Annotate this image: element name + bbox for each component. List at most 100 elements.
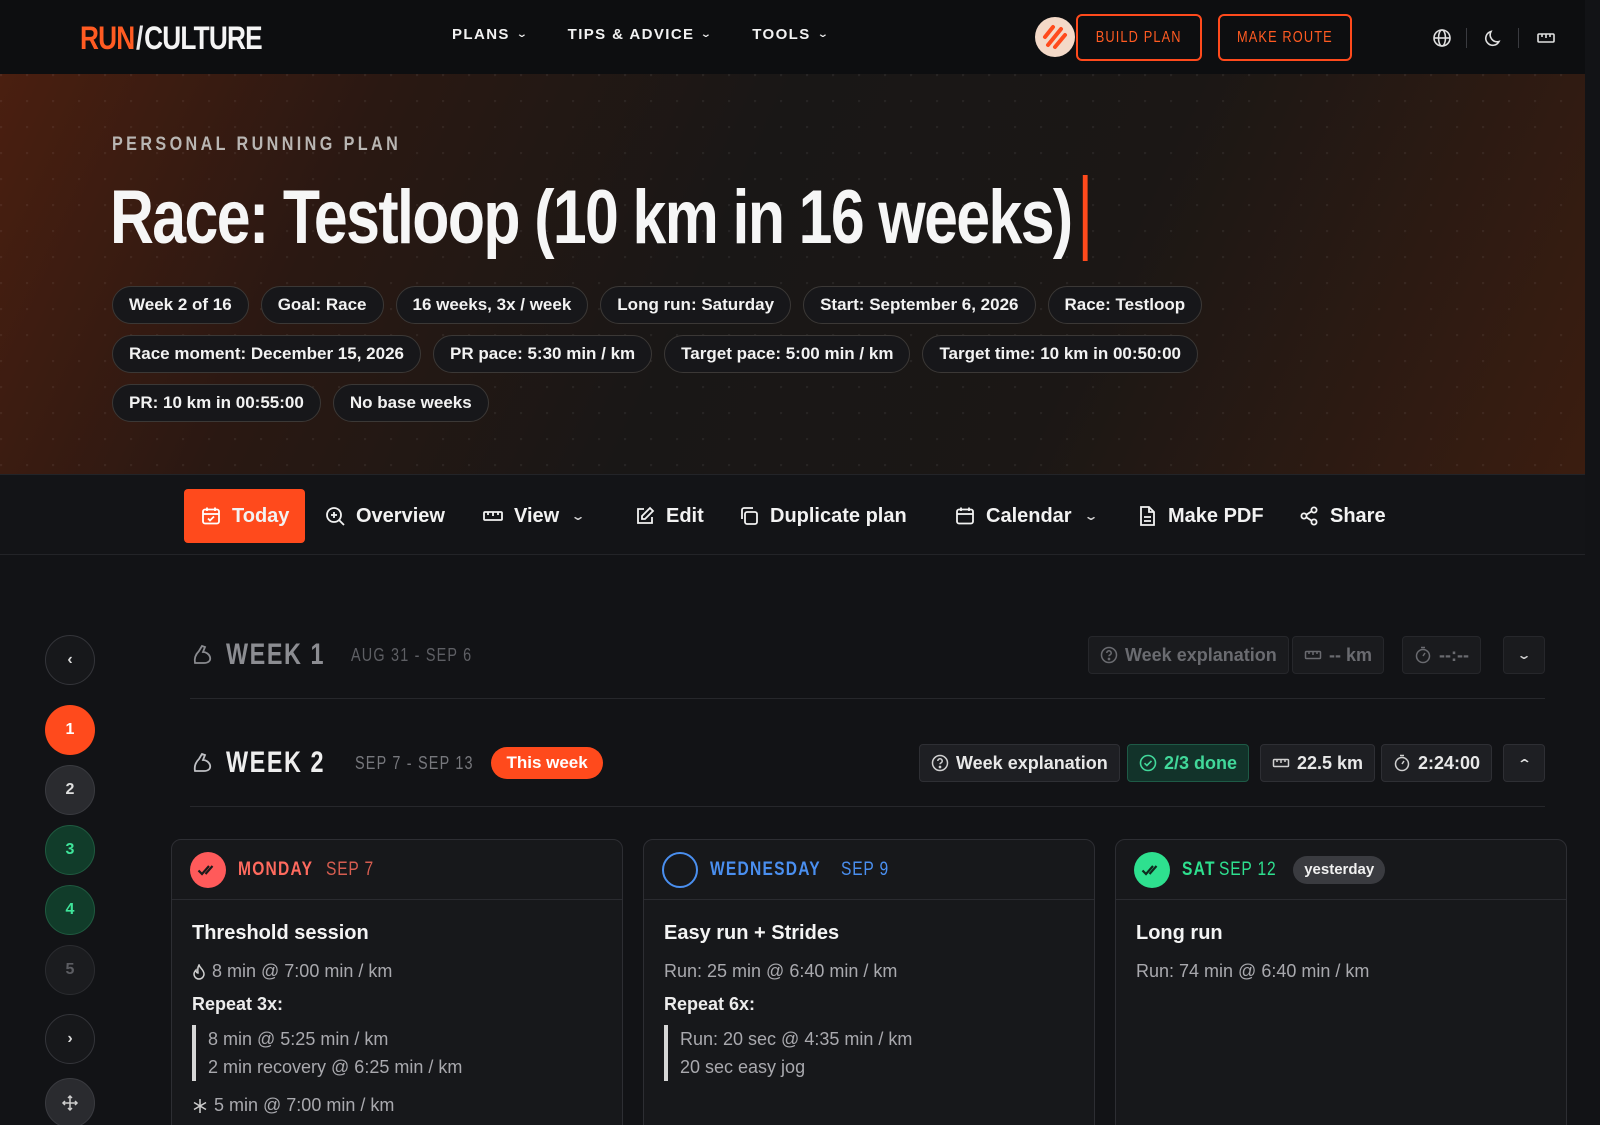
week-1-label: WEEK 1 [226, 638, 326, 671]
warmup-line: 8 min @ 7:00 min / km [192, 961, 602, 982]
nav-tools-label: TOOLS [752, 26, 811, 43]
calendar-dropdown[interactable]: Calendar ⌄ [954, 489, 1099, 543]
day-name: WEDNESDAY [710, 858, 821, 880]
main-menu: PLANS ⌄ TIPS & ADVICE ⌄ TOOLS ⌄ [452, 26, 828, 43]
week-2-explanation-label: Week explanation [956, 752, 1108, 773]
chip-race-moment: Race moment: December 15, 2026 [112, 335, 421, 373]
help-icon [1100, 646, 1118, 664]
this-week-badge: This week [491, 747, 603, 779]
week-1-explanation-label: Week explanation [1125, 644, 1277, 665]
chevron-down-icon: ⌄ [515, 29, 530, 40]
logo-culture: CULTURE [144, 20, 262, 56]
chip-pr: PR: 10 km in 00:55:00 [112, 384, 321, 422]
share-icon [1300, 506, 1318, 526]
week-2-range: SEP 7 - SEP 13 [355, 752, 474, 773]
chip-pr-pace: PR pace: 5:30 min / km [432, 335, 653, 373]
moon-icon[interactable] [1482, 26, 1506, 50]
nav-tools[interactable]: TOOLS ⌄ [752, 26, 828, 43]
nav-tips[interactable]: TIPS & ADVICE ⌄ [568, 26, 713, 43]
workout-title: Threshold session [192, 922, 369, 944]
week-1-expand-button[interactable]: ⌄ [1503, 636, 1545, 674]
workout-details: Easy run + Strides Run: 25 min @ 6:40 mi… [644, 900, 1094, 1117]
strava-badge-icon[interactable] [1035, 17, 1075, 57]
chip-frequency: 16 weeks, 3x / week [395, 286, 589, 324]
ruler-icon[interactable] [1534, 26, 1558, 50]
empty-circle-icon[interactable] [662, 851, 698, 888]
edit-button[interactable]: Edit [634, 489, 704, 543]
week-2-explanation-button[interactable]: Week explanation [919, 744, 1120, 782]
nav-plans[interactable]: PLANS ⌄ [452, 26, 528, 43]
build-plan-button[interactable]: BUILD PLAN [1076, 14, 1202, 61]
week-2-time-value: 2:24:00 [1418, 752, 1481, 773]
week-1-explanation-button[interactable]: Week explanation [1088, 636, 1289, 674]
chip-week: Week 2 of 16 [112, 286, 249, 324]
rail-week-4[interactable]: 4 [45, 885, 95, 935]
chip-target-time: Target time: 10 km in 00:50:00 [922, 335, 1198, 373]
copy-icon [741, 507, 758, 525]
chip-target-pace: Target pace: 5:00 min / km [664, 335, 911, 373]
week-2-collapse-button[interactable]: ⌄ [1503, 744, 1545, 782]
today-button[interactable]: Today [184, 489, 306, 543]
site-logo[interactable]: RUN/CULTURE [80, 20, 263, 57]
workout-details: Threshold session 8 min @ 7:00 min / km … [172, 900, 622, 1125]
day-card-wednesday[interactable]: WEDNESDAY SEP 9 Easy run + Strides Run: … [643, 839, 1095, 1125]
flex-arm-icon [193, 752, 212, 772]
logo-slash: / [136, 20, 143, 56]
rail-week-2[interactable]: 2 [45, 765, 95, 815]
pdf-label: Make PDF [1168, 504, 1264, 527]
calendar-icon [956, 507, 974, 525]
workout-title: Easy run + Strides [664, 922, 840, 944]
week-2-label: WEEK 2 [226, 746, 326, 779]
week-1-time: --:-- [1402, 636, 1481, 674]
week-1-time-value: --:-- [1439, 644, 1469, 665]
week-1-distance-value: -- km [1329, 644, 1373, 665]
day-date: SEP 12 [1219, 858, 1277, 880]
repeat-line: 2 min recovery @ 6:25 min / km [208, 1057, 463, 1077]
nav-plans-label: PLANS [452, 26, 510, 43]
snowflake-icon [193, 1098, 207, 1113]
duplicate-plan-button[interactable]: Duplicate plan [738, 489, 907, 543]
edit-icon [637, 506, 655, 524]
rail-week-3[interactable]: 3 [45, 825, 95, 875]
week-2-header[interactable]: WEEK 2 SEP 7 - SEP 13 This week Week exp… [190, 735, 1545, 791]
repeat-label: Repeat 6x: [664, 994, 756, 1014]
fire-icon [193, 963, 205, 980]
share-button[interactable]: Share [1298, 489, 1386, 543]
document-icon [1140, 506, 1155, 526]
week-2-done-status: 2/3 done [1127, 744, 1250, 782]
day-card-saturday[interactable]: SAT SEP 12 yesterday Long run Run: 74 mi… [1115, 839, 1567, 1125]
chevron-down-icon: ⌄ [700, 29, 715, 40]
week-1-range: AUG 31 - SEP 6 [351, 644, 473, 665]
globe-icon[interactable] [1430, 26, 1454, 50]
week-2-done-value: 2/3 done [1164, 752, 1238, 773]
calendar-check-icon [202, 507, 220, 525]
scroll-handle[interactable] [45, 1078, 95, 1125]
overview-button[interactable]: Overview [324, 489, 445, 543]
stopwatch-icon [1394, 754, 1410, 772]
repeat-label: Repeat 3x: [192, 994, 284, 1014]
chevron-down-icon: ⌄ [1516, 648, 1532, 662]
day-card-header: WEDNESDAY SEP 9 [644, 840, 1094, 900]
chevron-right-icon: › [67, 1030, 73, 1047]
week-1-header[interactable]: WEEK 1 AUG 31 - SEP 6 Week explanation -… [190, 627, 1545, 683]
rail-week-5[interactable]: 5 [45, 945, 95, 995]
rail-week-1[interactable]: 1 [45, 705, 95, 755]
plan-hero: PERSONAL RUNNING PLAN Race: Testloop (10… [0, 74, 1585, 474]
ruler-icon [1304, 650, 1322, 660]
page-title: Race: Testloop (10 km in 16 weeks) [110, 174, 1088, 261]
make-pdf-button[interactable]: Make PDF [1136, 489, 1264, 543]
next-week-button[interactable]: › [45, 1014, 95, 1064]
workout-title: Long run [1136, 922, 1223, 944]
day-card-monday[interactable]: MONDAY SEP 7 Threshold session 8 min @ 7… [171, 839, 623, 1125]
make-route-button[interactable]: MAKE ROUTE [1218, 14, 1352, 61]
prev-week-button[interactable]: ‹ [45, 635, 95, 685]
flex-arm-icon [193, 644, 212, 664]
view-dropdown[interactable]: View ⌄ [482, 489, 586, 543]
week-1-distance: -- km [1292, 636, 1385, 674]
repeat-block: 8 min @ 5:25 min / km 2 min recovery @ 6… [192, 1025, 602, 1081]
day-date: SEP 7 [325, 858, 374, 880]
chevron-down-icon: ⌄ [1083, 509, 1099, 523]
double-check-icon[interactable] [190, 851, 226, 888]
double-check-icon[interactable] [1134, 851, 1170, 888]
day-name: MONDAY [238, 858, 314, 880]
